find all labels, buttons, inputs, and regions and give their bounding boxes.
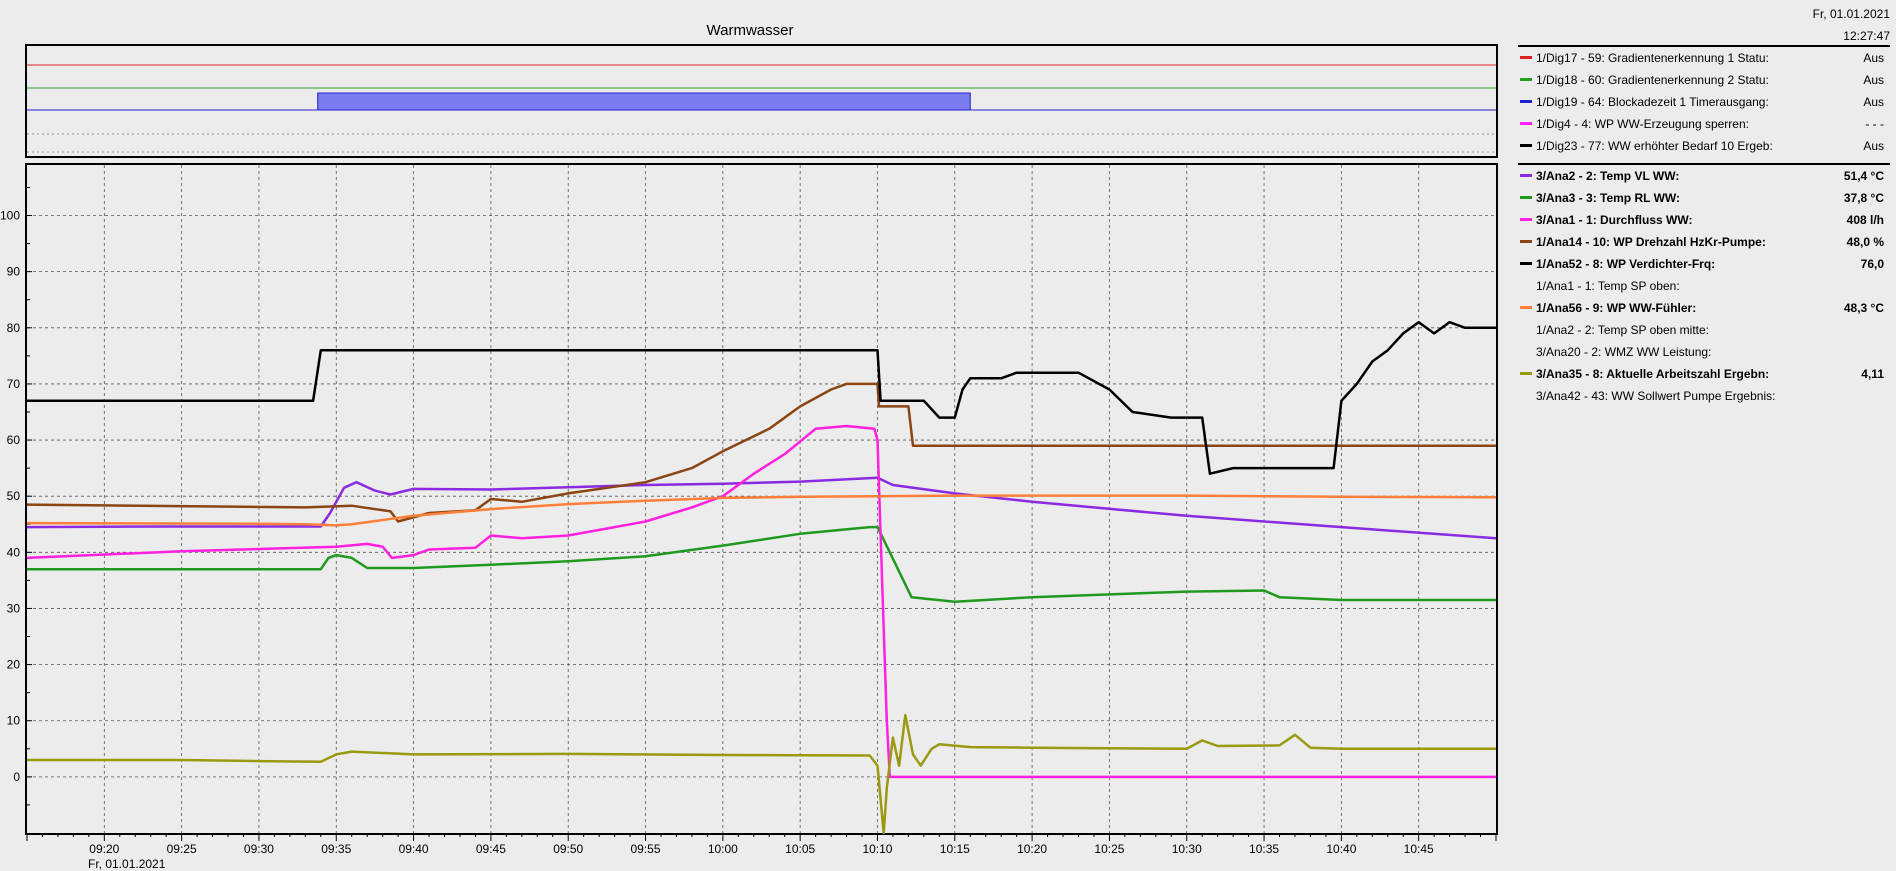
- legend-value: 48,0 %: [1846, 235, 1884, 249]
- legend-swatch: [1520, 240, 1532, 243]
- legend-label: 1/Ana2 - 2: Temp SP oben mitte:: [1536, 323, 1709, 337]
- legend-value: Aus: [1863, 73, 1884, 87]
- legend-swatch: [1520, 122, 1532, 125]
- datetime-display: Fr, 01.01.2021 12:27:47: [1600, 3, 1890, 47]
- legend-value: 37,8 °C: [1843, 191, 1884, 205]
- x-tick-label: 10:25: [1094, 842, 1124, 856]
- x-tick-label: 09:25: [167, 842, 197, 856]
- x-tick-label: 10:30: [1172, 842, 1202, 856]
- legend-label: 1/Dig19 - 64: Blockadezeit 1 Timerausgan…: [1536, 95, 1769, 109]
- x-tick-label: 10:15: [940, 842, 970, 856]
- analog-legend: 3/Ana2 - 2: Temp VL WW: 51,4 °C 3/Ana3 - 3…: [1518, 163, 1890, 407]
- legend-item[interactable]: 3/Ana35 - 8: Aktuelle Arbeitszahl Ergebn…: [1518, 363, 1890, 385]
- x-tick-label: 09:30: [244, 842, 274, 856]
- x-tick-label: 10:35: [1249, 842, 1279, 856]
- legend-item[interactable]: 1/Ana14 - 10: WP Drehzahl HzKr-Pumpe: 48,…: [1518, 231, 1890, 253]
- legend-value: Aus: [1863, 51, 1884, 65]
- legend-swatch: [1520, 174, 1532, 177]
- x-tick-label: 10:10: [862, 842, 892, 856]
- x-tick-label: 09:40: [399, 842, 429, 856]
- y-tick-label: 50: [7, 489, 21, 503]
- x-tick-label: 10:05: [785, 842, 815, 856]
- y-tick-label: 20: [7, 658, 21, 672]
- legend-swatch: [1520, 306, 1532, 309]
- legend-item[interactable]: 1/Dig4 - 4: WP WW-Erzeugung sperren: - - …: [1518, 113, 1890, 135]
- current-time: 12:27:47: [1843, 29, 1890, 43]
- y-tick-label: 40: [7, 545, 21, 559]
- legend-label: 1/Dig4 - 4: WP WW-Erzeugung sperren:: [1536, 117, 1749, 131]
- chart: Warmwasser 0 10 20 30 40 50 60 70 80 90 100 09:20 0…: [0, 22, 1498, 871]
- legend-item[interactable]: 1/Ana1 - 1: Temp SP oben:: [1518, 275, 1890, 297]
- legend-value: 76,0: [1860, 257, 1884, 271]
- legend-swatch: [1520, 144, 1532, 147]
- legend-swatch: [1520, 78, 1532, 81]
- chart-title: Warmwasser: [707, 22, 794, 39]
- legend-value: 51,4 °C: [1843, 169, 1884, 183]
- legend-swatch: [1520, 218, 1532, 221]
- legend-swatch: [1520, 196, 1532, 199]
- legend-item[interactable]: 1/Dig17 - 59: Gradientenerkennung 1 Stat…: [1518, 47, 1890, 69]
- legend-item[interactable]: 3/Ana2 - 2: Temp VL WW: 51,4 °C: [1518, 165, 1890, 187]
- legend-value: 4,11: [1861, 367, 1884, 381]
- legend-item[interactable]: 3/Ana3 - 3: Temp RL WW: 37,8 °C: [1518, 187, 1890, 209]
- legend-item[interactable]: 1/Ana2 - 2: Temp SP oben mitte:: [1518, 319, 1890, 341]
- analog-plot-area: [25, 163, 1498, 835]
- legend-item[interactable]: 3/Ana1 - 1: Durchfluss WW: 408 l/h: [1518, 209, 1890, 231]
- y-tick-label: 10: [7, 714, 21, 728]
- legend-value: 408 l/h: [1846, 213, 1884, 227]
- legend-label: 1/Dig17 - 59: Gradientenerkennung 1 Stat…: [1536, 51, 1769, 65]
- legend-label: 3/Ana20 - 2: WMZ WW Leistung:: [1536, 345, 1712, 359]
- x-tick-label: 09:35: [321, 842, 351, 856]
- legend-label: 3/Ana2 - 2: Temp VL WW:: [1536, 169, 1680, 183]
- legend-label: 1/Ana56 - 9: WP WW-Fühler:: [1536, 301, 1697, 315]
- legend-value: - - -: [1865, 117, 1884, 131]
- y-tick-label: 70: [7, 377, 21, 391]
- y-tick-label: 0: [13, 770, 20, 784]
- legend-swatch: [1520, 100, 1532, 103]
- legend-label: 1/Dig23 - 77: WW erhöhter Bedarf 10 Erge…: [1536, 139, 1773, 153]
- legend-value: Aus: [1863, 139, 1884, 153]
- x-axis-date-label: Fr, 01.01.2021: [88, 857, 166, 871]
- x-tick-label: 10:00: [708, 842, 738, 856]
- x-tick-label: 10:45: [1404, 842, 1434, 856]
- y-tick-label: 90: [7, 265, 21, 279]
- y-tick-label: 80: [7, 321, 21, 335]
- legend-label: 3/Ana42 - 43: WW Sollwert Pumpe Ergebnis…: [1536, 389, 1776, 403]
- x-tick-label: 09:45: [476, 842, 506, 856]
- x-tick-label: 09:55: [631, 842, 661, 856]
- legend-label: 1/Ana1 - 1: Temp SP oben:: [1536, 279, 1680, 293]
- legend-item[interactable]: 1/Dig23 - 77: WW erhöhter Bedarf 10 Erge…: [1518, 135, 1890, 157]
- legend-label: 1/Ana14 - 10: WP Drehzahl HzKr-Pumpe:: [1536, 235, 1766, 249]
- legend-item[interactable]: 1/Ana52 - 8: WP Verdichter-Frq: 76,0: [1518, 253, 1890, 275]
- y-tick-label: 30: [7, 601, 21, 615]
- current-date: Fr, 01.01.2021: [1812, 7, 1890, 21]
- legend-swatch: [1520, 56, 1532, 59]
- legend-item[interactable]: 3/Ana20 - 2: WMZ WW Leistung:: [1518, 341, 1890, 363]
- x-tick-label: 09:50: [553, 842, 583, 856]
- digital-legend: 1/Dig17 - 59: Gradientenerkennung 1 Stat…: [1518, 45, 1890, 157]
- legend-label: 3/Ana35 - 8: Aktuelle Arbeitszahl Ergebn…: [1536, 367, 1770, 381]
- legend-label: 1/Dig18 - 60: Gradientenerkennung 2 Stat…: [1536, 73, 1769, 87]
- legend-value: Aus: [1863, 95, 1884, 109]
- legend-label: 1/Ana52 - 8: WP Verdichter-Frq:: [1536, 257, 1716, 271]
- digital-on-block: [317, 92, 971, 111]
- x-tick-label: 10:40: [1326, 842, 1356, 856]
- legend-label: 3/Ana1 - 1: Durchfluss WW:: [1536, 213, 1693, 227]
- legend-swatch: [1520, 262, 1532, 265]
- legend-value: 48,3 °C: [1843, 301, 1884, 315]
- legend-swatch: [1520, 372, 1532, 375]
- x-tick-label: 10:20: [1017, 842, 1047, 856]
- legend-item[interactable]: 3/Ana42 - 43: WW Sollwert Pumpe Ergebnis…: [1518, 385, 1890, 407]
- y-tick-label: 60: [7, 433, 21, 447]
- legend-item[interactable]: 1/Ana56 - 9: WP WW-Fühler: 48,3 °C: [1518, 297, 1890, 319]
- legend-item[interactable]: 1/Dig19 - 64: Blockadezeit 1 Timerausgan…: [1518, 91, 1890, 113]
- legend-item[interactable]: 1/Dig18 - 60: Gradientenerkennung 2 Stat…: [1518, 69, 1890, 91]
- y-tick-label: 100: [0, 209, 20, 223]
- legend-label: 3/Ana3 - 3: Temp RL WW:: [1536, 191, 1681, 205]
- x-tick-label: 09:20: [89, 842, 119, 856]
